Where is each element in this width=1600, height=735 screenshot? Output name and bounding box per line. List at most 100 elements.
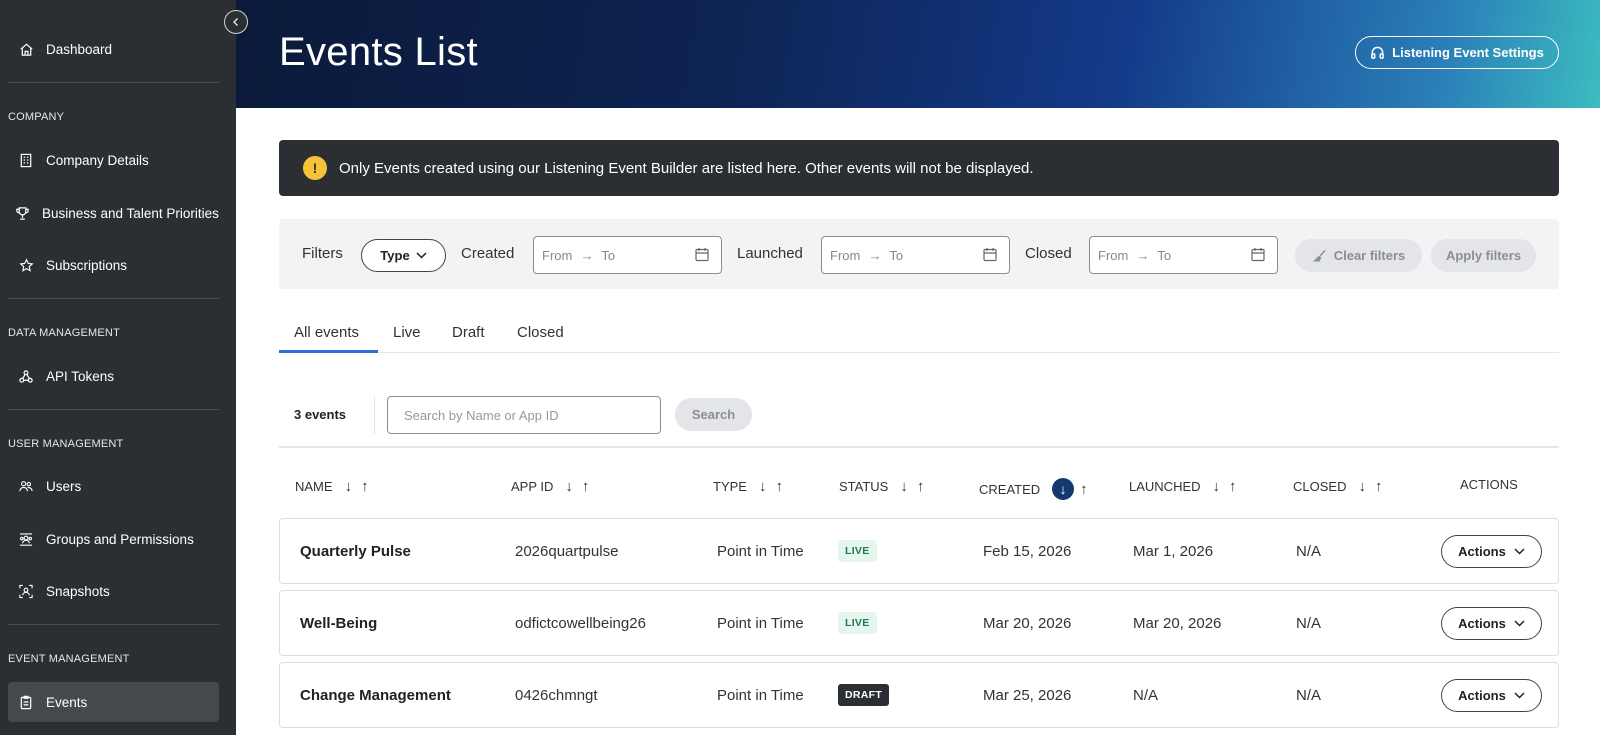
calendar-icon [695,247,709,265]
event-name[interactable]: Quarterly Pulse [300,543,411,560]
sort-descending-icon[interactable]: ↓ [1213,478,1221,495]
collapse-sidebar-button[interactable] [224,10,248,34]
tab-draft[interactable]: Draft [452,324,485,341]
divider [374,396,375,434]
sort-ascending-icon[interactable]: ↑ [775,478,783,495]
clipboard-icon [18,694,34,710]
event-name[interactable]: Well-Being [300,615,377,632]
chevron-left-icon [231,17,241,27]
column-header-label: APP ID [511,479,554,494]
tab-live[interactable]: Live [393,324,421,341]
chevron-down-icon [1514,620,1525,627]
type-filter-button[interactable]: Type [361,239,446,272]
status-badge: DRAFT [838,684,890,706]
listening-event-settings-button[interactable]: Listening Event Settings [1355,36,1559,69]
sort-descending-active-icon[interactable]: ↓ [1052,478,1075,500]
sort-ascending-icon[interactable]: ↑ [361,478,369,495]
status-badge: LIVE [838,540,877,562]
building-icon [18,152,34,168]
event-app-id: 2026quartpulse [515,543,619,560]
actions-label: Actions [1458,544,1506,559]
chevron-down-icon [416,252,427,259]
sidebar-item-events[interactable]: Events [8,682,219,722]
event-type: Point in Time [717,615,804,632]
actions-button[interactable]: Actions [1441,535,1542,568]
sort-ascending-icon[interactable]: ↑ [582,478,590,495]
tab-closed[interactable]: Closed [517,324,564,341]
column-header-label: TYPE [713,479,747,494]
table-row[interactable]: Change Management 0426chmngt Point in Ti… [279,662,1559,728]
calendar-icon [1251,247,1265,265]
sort-descending-icon[interactable]: ↓ [759,478,767,495]
event-closed: N/A [1296,687,1322,704]
launched-date-range[interactable]: From → To [821,236,1010,274]
trophy-icon [14,205,30,221]
sidebar-item-label: API Tokens [46,368,115,384]
event-type: Point in Time [717,687,804,704]
search-button[interactable]: Search [675,398,752,431]
actions-button[interactable]: Actions [1441,607,1542,640]
sort-descending-icon[interactable]: ↓ [1358,478,1366,495]
event-closed: N/A [1296,543,1322,560]
event-app-id: odfictcowellbeing26 [515,615,646,632]
divider [279,446,1559,448]
status-badge: LIVE [838,612,877,634]
home-icon [18,41,34,57]
tab-all-events[interactable]: All events [294,324,359,341]
sidebar-item-groups[interactable]: Groups and Permissions [8,519,219,559]
sidebar-item-label: Events [46,694,88,710]
page-header: Events List Listening Event Settings [236,0,1600,108]
sort-ascending-icon[interactable]: ↑ [1229,478,1237,495]
section-label-data: DATA MANAGEMENT [8,327,120,339]
arrow-right-icon: → [868,247,882,263]
sort-ascending-icon[interactable]: ↑ [1080,481,1088,498]
star-icon [18,257,34,273]
table-row[interactable]: Quarterly Pulse 2026quartpulse Point in … [279,518,1559,584]
sort-descending-icon[interactable]: ↓ [565,478,573,495]
event-created: Feb 15, 2026 [983,543,1072,560]
sidebar-item-snapshots[interactable]: Snapshots [8,571,219,611]
clear-filters-label: Clear filters [1333,248,1406,263]
sidebar-item-company-details[interactable]: Company Details [8,140,219,180]
sort-ascending-icon[interactable]: ↑ [1375,478,1383,495]
sort-descending-icon[interactable]: ↓ [345,478,353,495]
chevron-down-icon [1514,548,1525,555]
column-header-label: CLOSED [1293,479,1347,494]
section-label-user: USER MANAGEMENT [8,438,124,450]
sidebar-item-label: Users [46,478,82,494]
filters-bar: Filters Type Created From → To Launched … [279,219,1559,289]
from-label: From [1098,247,1129,263]
column-header-label: CREATED [979,481,1041,497]
sidebar-item-dashboard[interactable]: Dashboard [8,29,219,69]
column-header-app-id: APP ID ↓ ↑ [511,478,598,495]
clear-filters-button[interactable]: Clear filters [1295,239,1422,272]
section-label-company: COMPANY [8,111,65,123]
table-row[interactable]: Well-Being odfictcowellbeing26 Point in … [279,590,1559,656]
sidebar-item-users[interactable]: Users [8,466,219,506]
search-button-label: Search [691,407,736,422]
from-label: From [542,247,573,263]
arrow-right-icon: → [1136,247,1150,263]
actions-button[interactable]: Actions [1441,679,1542,712]
event-created: Mar 25, 2026 [983,687,1072,704]
event-app-id: 0426chmngt [515,687,598,704]
from-label: From [830,247,861,263]
closed-date-range[interactable]: From → To [1089,236,1278,274]
sidebar-item-subscriptions[interactable]: Subscriptions [8,245,219,285]
sort-descending-icon[interactable]: ↓ [900,478,908,495]
apply-filters-button[interactable]: Apply filters [1431,239,1536,272]
sidebar: Dashboard COMPANY Company Details Busine… [0,0,236,735]
event-name[interactable]: Change Management [300,687,451,704]
sidebar-item-priorities[interactable]: Business and Talent Priorities [8,193,219,233]
sort-ascending-icon[interactable]: ↑ [917,478,925,495]
column-header-created: CREATED ↓ ↑ [979,478,1097,500]
to-label: To [601,247,616,263]
type-filter-label: Type [380,248,410,263]
broom-icon [1312,249,1326,263]
divider [8,624,219,625]
sidebar-item-label: Business and Talent Priorities [42,205,219,221]
column-header-closed: CLOSED ↓ ↑ [1293,478,1391,495]
created-date-range[interactable]: From → To [533,236,722,274]
sidebar-item-api-tokens[interactable]: API Tokens [8,356,219,396]
search-input[interactable] [387,396,661,434]
